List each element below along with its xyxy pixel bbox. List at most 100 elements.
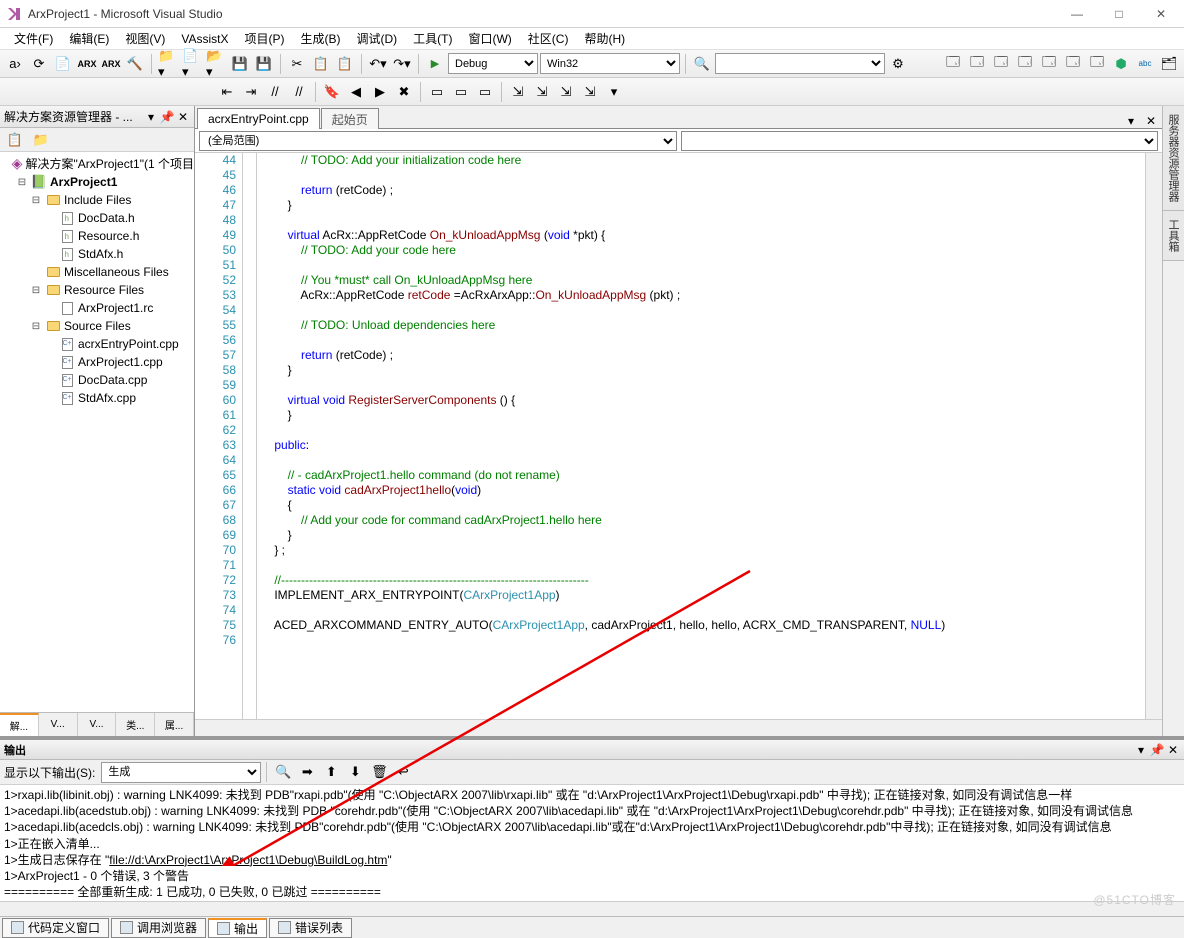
copy-icon[interactable]: 📋 — [310, 53, 332, 75]
side-tab[interactable]: V... — [78, 713, 117, 736]
side-tab[interactable]: 类... — [116, 713, 155, 736]
indent-r-icon[interactable]: ⇥ — [240, 81, 262, 103]
opt-icon[interactable]: 🗂 — [1158, 53, 1180, 75]
step3-icon[interactable]: ⇲ — [555, 81, 577, 103]
show-all-icon[interactable]: 📁 — [30, 129, 52, 151]
doc-tab-entrypoint[interactable]: acrxEntryPoint.cpp — [197, 108, 320, 129]
build-log-link[interactable]: file://d:\ArxProject1\ArxProject1\Debug\… — [109, 853, 387, 867]
bm-next-icon[interactable]: ▶ — [369, 81, 391, 103]
side-tab[interactable]: V... — [39, 713, 78, 736]
bm-prev-icon[interactable]: ◀ — [345, 81, 367, 103]
out-find-icon[interactable]: 🔍 — [272, 761, 294, 783]
tree-file[interactable]: Resource.h — [0, 227, 194, 245]
refresh-icon[interactable]: ⟳ — [28, 53, 50, 75]
doc-close-icon[interactable]: ✕ — [1144, 114, 1158, 128]
step2-icon[interactable]: ⇲ — [531, 81, 553, 103]
bm-icon[interactable]: 🔖 — [321, 81, 343, 103]
menu-item[interactable]: 工具(T) — [405, 28, 460, 49]
start-debug-icon[interactable]: ▶ — [424, 53, 446, 75]
hex-icon[interactable]: ⬢ — [1110, 53, 1132, 75]
menu-item[interactable]: 项目(P) — [236, 28, 292, 49]
save-all-icon[interactable]: 💾 — [253, 53, 275, 75]
bottom-tab[interactable]: 调用浏览器 — [111, 918, 206, 938]
comment-icon[interactable]: // — [264, 81, 286, 103]
maximize-button[interactable]: □ — [1110, 5, 1128, 23]
side-tab[interactable]: 属... — [155, 713, 194, 736]
code-editor[interactable]: 4445464748495051525354555657585960616263… — [195, 153, 1162, 719]
editor-scrollbar[interactable] — [1145, 153, 1162, 719]
wlayout3-icon[interactable]: ▭ — [474, 81, 496, 103]
close-button[interactable]: ✕ — [1152, 5, 1170, 23]
menu-item[interactable]: 窗口(W) — [460, 28, 519, 49]
out-prev-icon[interactable]: ⬆ — [320, 761, 342, 783]
dropdown-icon[interactable]: ▾ — [144, 110, 158, 124]
doc-dropdown-icon[interactable]: ▾ — [1124, 114, 1138, 128]
wlayout1-icon[interactable]: ▭ — [426, 81, 448, 103]
arx-icon[interactable]: ARX — [76, 53, 98, 75]
output-close-icon[interactable]: ✕ — [1166, 743, 1180, 757]
pin-icon[interactable]: 📌 — [160, 110, 174, 124]
resource-files-folder[interactable]: ⊟Resource Files — [0, 281, 194, 299]
step4-icon[interactable]: ⇲ — [579, 81, 601, 103]
props-icon[interactable]: 📋 — [4, 129, 26, 151]
step5-icon[interactable]: ▾ — [603, 81, 625, 103]
open-icon[interactable]: 📂▾ — [205, 53, 227, 75]
menu-item[interactable]: VAssistX — [173, 30, 236, 48]
editor-hscrollbar[interactable] — [195, 719, 1162, 736]
bottom-tab[interactable]: 错误列表 — [269, 918, 352, 938]
scope-combo-left[interactable]: (全局范围) — [199, 131, 677, 151]
misc-files-folder[interactable]: Miscellaneous Files — [0, 263, 194, 281]
solution-tree[interactable]: ◈解决方案"ArxProject1"(1 个项目 ⊟📗ArxProject1 ⊟… — [0, 152, 194, 712]
win6-icon[interactable]: 🗔 — [1062, 53, 1084, 75]
out-wrap-icon[interactable]: ↩ — [392, 761, 414, 783]
output-pin-icon[interactable]: 📌 — [1150, 743, 1164, 757]
scope-combo-right[interactable] — [681, 131, 1159, 151]
doc-icon[interactable]: 📄 — [52, 53, 74, 75]
win1-icon[interactable]: 🗔 — [942, 53, 964, 75]
side-tab[interactable]: 解... — [0, 713, 39, 736]
search-combo[interactable] — [715, 53, 885, 74]
project-node[interactable]: ⊟📗ArxProject1 — [0, 173, 194, 191]
output-body[interactable]: 1>rxapi.lib(libinit.obj) : warning LNK40… — [0, 785, 1184, 901]
bottom-tab[interactable]: 输出 — [208, 918, 267, 938]
minimize-button[interactable]: — — [1068, 5, 1086, 23]
win2-icon[interactable]: 🗔 — [966, 53, 988, 75]
new-project-icon[interactable]: 📁▾ — [157, 53, 179, 75]
right-tab[interactable]: 服务器资源管理器 — [1163, 106, 1184, 211]
menu-item[interactable]: 视图(V) — [117, 28, 173, 49]
tree-file[interactable]: ArxProject1.rc — [0, 299, 194, 317]
right-tab[interactable]: 工具箱 — [1163, 211, 1184, 261]
config-combo[interactable]: Debug — [448, 53, 538, 74]
include-files-folder[interactable]: ⊟Include Files — [0, 191, 194, 209]
win5-icon[interactable]: 🗔 — [1038, 53, 1060, 75]
output-dropdown-icon[interactable]: ▾ — [1134, 743, 1148, 757]
step1-icon[interactable]: ⇲ — [507, 81, 529, 103]
solution-node[interactable]: ◈解决方案"ArxProject1"(1 个项目 — [0, 154, 194, 173]
code-body[interactable]: // TODO: Add your initialization code he… — [257, 153, 1145, 719]
arx2-icon[interactable]: ARX — [100, 53, 122, 75]
tree-file[interactable]: DocData.h — [0, 209, 194, 227]
bm-clear-icon[interactable]: ✖ — [393, 81, 415, 103]
platform-combo[interactable]: Win32 — [540, 53, 680, 74]
tree-file[interactable]: DocData.cpp — [0, 371, 194, 389]
indent-l-icon[interactable]: ⇤ — [216, 81, 238, 103]
paste-icon[interactable]: 📋 — [334, 53, 356, 75]
tree-file[interactable]: StdAfx.h — [0, 245, 194, 263]
new-file-icon[interactable]: 📄▾ — [181, 53, 203, 75]
menu-item[interactable]: 帮助(H) — [576, 28, 633, 49]
redo-icon[interactable]: ↷▾ — [391, 53, 413, 75]
menu-item[interactable]: 生成(B) — [292, 28, 348, 49]
tree-file[interactable]: StdAfx.cpp — [0, 389, 194, 407]
out-next-icon[interactable]: ⬇ — [344, 761, 366, 783]
hammer-icon[interactable]: 🔨 — [124, 53, 146, 75]
menu-item[interactable]: 社区(C) — [520, 28, 577, 49]
out-clear-icon[interactable]: 🗑 — [368, 761, 390, 783]
cut-icon[interactable]: ✂ — [286, 53, 308, 75]
doc-tab-startpage[interactable]: 起始页 — [321, 108, 379, 129]
undo-icon[interactable]: ↶▾ — [367, 53, 389, 75]
tree-file[interactable]: ArxProject1.cpp — [0, 353, 194, 371]
wlayout2-icon[interactable]: ▭ — [450, 81, 472, 103]
uncomment-icon[interactable]: // — [288, 81, 310, 103]
source-files-folder[interactable]: ⊟Source Files — [0, 317, 194, 335]
close-icon[interactable]: ✕ — [176, 110, 190, 124]
